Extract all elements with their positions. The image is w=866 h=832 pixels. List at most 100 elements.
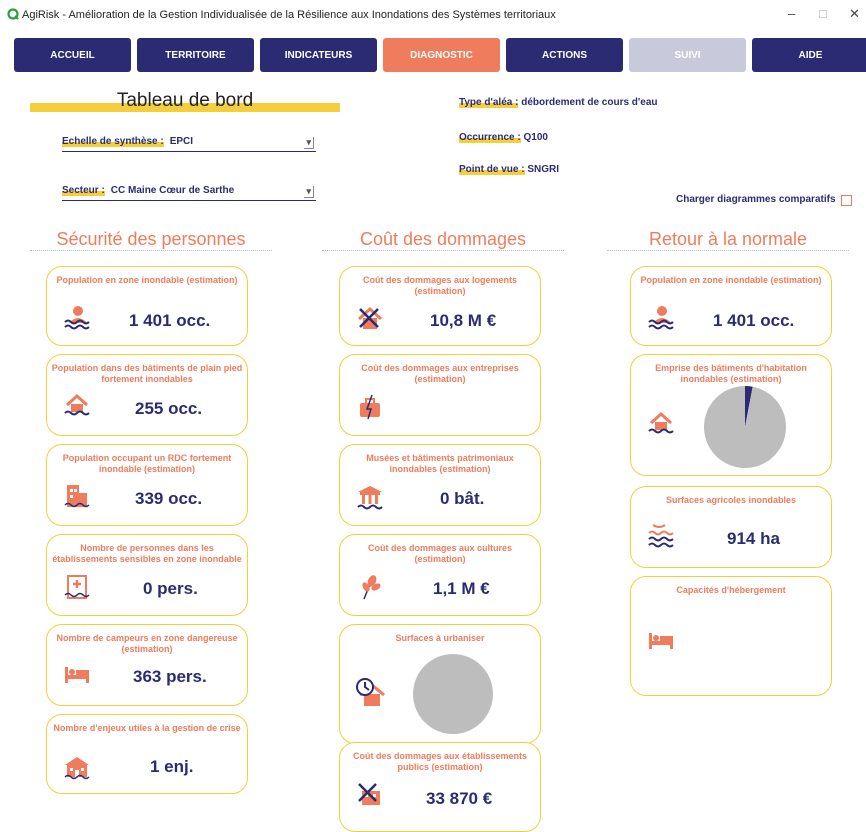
- main-navigation: ACCUEIL TERRITOIRE INDICATEURS DIAGNOSTI…: [14, 38, 866, 72]
- card-title: Musées et bâtiments patrimoniaux inondab…: [366, 453, 514, 474]
- chevron-down-icon[interactable]: ▾: [304, 186, 314, 198]
- card-title: Population dans des bâtiments de plain p…: [51, 363, 243, 384]
- section-cout-title: Coût des dommages: [359, 229, 527, 249]
- chevron-down-icon[interactable]: ▾: [304, 137, 314, 149]
- pdv-value: SNGRI: [527, 164, 560, 175]
- tab-indicateurs[interactable]: INDICATEURS: [260, 38, 377, 72]
- occurrence-label: Occurrence :: [459, 132, 521, 143]
- occurrence-info: Occurrence : Q100: [459, 132, 548, 143]
- house-tools-icon: [357, 306, 383, 329]
- card-title: Population occupant un RDC fortement ino…: [62, 453, 232, 474]
- card-value: 914 ha: [727, 529, 780, 548]
- tab-accueil[interactable]: ACCUEIL: [14, 38, 131, 72]
- card-population-rdc[interactable]: Population occupant un RDC fortement ino…: [46, 444, 248, 526]
- card-title: Coût des dommages aux cultures (estimati…: [367, 543, 513, 564]
- card-campeurs[interactable]: Nombre de campeurs en zone dangereuse (e…: [46, 624, 248, 706]
- pdv-label: Point de vue :: [459, 164, 525, 175]
- section-divider: [607, 250, 849, 251]
- card-cout-logements[interactable]: Coût des dommages aux logements (estimat…: [339, 266, 541, 346]
- minimize-button[interactable]: –: [788, 6, 795, 21]
- school-icon: [64, 757, 90, 780]
- bed-icon: [649, 633, 673, 649]
- person-flood-icon: [648, 306, 674, 330]
- card-title: Nombre de personnes dans les établisseme…: [52, 543, 242, 564]
- card-title: Population en zone inondable (estimation…: [640, 275, 822, 285]
- tab-diagnostic[interactable]: DIAGNOSTIC: [383, 38, 500, 72]
- section-retour-title: Retour à la normale: [648, 229, 808, 249]
- pie-slice-0: [413, 654, 493, 734]
- card-title: Emprise des bâtiments d'habitation inond…: [655, 363, 807, 384]
- card-title: Nombre de campeurs en zone dangereuse (e…: [56, 633, 238, 654]
- card-population-plain-pied[interactable]: Population dans des bâtiments de plain p…: [46, 354, 248, 436]
- crop-icon: [362, 575, 381, 600]
- echelle-select[interactable]: Echelle de synthèse : EPCI ▾: [62, 136, 316, 152]
- alea-info: Type d'aléa : débordement de cours d'eau: [459, 97, 658, 108]
- card-title: Capacités d'hébergement: [676, 585, 786, 595]
- card-value: 1 enj.: [150, 757, 194, 776]
- close-button[interactable]: ✕: [849, 6, 860, 22]
- card-value: 0 bât.: [440, 489, 485, 508]
- section-securite-title: Sécurité des personnes: [56, 229, 246, 249]
- house-flood-icon: [64, 393, 90, 416]
- house-clock-icon: [356, 678, 385, 706]
- hospital-icon: [64, 575, 90, 599]
- point-de-vue-info: Point de vue : SNGRI: [459, 164, 559, 175]
- building-icon: [64, 485, 90, 508]
- card-value: 10,8 M €: [430, 311, 497, 330]
- card-value: 339 occ.: [135, 489, 203, 508]
- card-value: 1,1 M €: [433, 579, 490, 598]
- card-surfaces-agricoles[interactable]: Surfaces agricoles inondables 914 ha: [630, 486, 832, 568]
- card-musees-patrimoine[interactable]: Musées et bâtiments patrimoniaux inondab…: [339, 444, 541, 526]
- app-logo-icon: [7, 8, 19, 20]
- card-value: 363 pers.: [133, 667, 207, 686]
- public-building-tools-icon: [358, 783, 380, 805]
- card-value: 255 occ.: [135, 399, 203, 418]
- card-value: 1 401 occ.: [129, 311, 211, 330]
- card-population-zone-inondable[interactable]: Population en zone inondable (estimation…: [46, 266, 248, 346]
- card-enjeux-crise[interactable]: Nombre d'enjeux utiles à la gestion de c…: [46, 714, 248, 794]
- window-title: AgiRisk - Amélioration de la Gestion Ind…: [22, 9, 556, 21]
- tab-aide[interactable]: AIDE: [752, 38, 866, 72]
- secteur-select[interactable]: Secteur : CC Maine Cœur de Sarthe ▾: [62, 185, 316, 201]
- card-cout-entreprises[interactable]: Coût des dommages aux entreprises (estim…: [339, 354, 541, 436]
- card-cout-cultures[interactable]: Coût des dommages aux cultures (estimati…: [339, 534, 541, 616]
- echelle-label: Echelle de synthèse :: [62, 136, 164, 147]
- pie-slice-1: [704, 386, 786, 468]
- occurrence-value: Q100: [523, 132, 548, 143]
- house-flood-icon: [648, 411, 674, 434]
- tab-territoire[interactable]: TERRITOIRE: [137, 38, 254, 72]
- tab-actions[interactable]: ACTIONS: [506, 38, 623, 72]
- card-value: 33 870 €: [426, 789, 493, 808]
- museum-icon: [357, 486, 383, 510]
- secteur-value: CC Maine Cœur de Sarthe: [110, 185, 235, 196]
- person-flood-icon: [64, 306, 90, 330]
- card-title: Nombre d'enjeux utiles à la gestion de c…: [53, 723, 241, 733]
- bed-icon: [65, 667, 89, 683]
- card-title: Surfaces à urbaniser: [395, 633, 485, 643]
- card-value: 0 pers.: [143, 579, 198, 598]
- card-title: Population en zone inondable (estimation…: [56, 275, 238, 285]
- compare-label: Charger diagrammes comparatifs: [676, 194, 836, 205]
- secteur-label: Secteur :: [62, 185, 105, 196]
- maximize-button[interactable]: □: [819, 6, 827, 21]
- section-divider: [322, 250, 564, 251]
- card-capacites-hebergement[interactable]: Capacités d'hébergement: [630, 576, 832, 696]
- emprise-batiments-pie: [704, 386, 786, 468]
- field-flood-icon: [648, 524, 674, 548]
- page-title: Tableau de bord: [116, 90, 254, 111]
- alea-value: débordement de cours d'eau: [521, 97, 658, 108]
- card-etablissements-sensibles[interactable]: Nombre de personnes dans les établisseme…: [46, 534, 248, 616]
- card-emprise-batiments[interactable]: Emprise des bâtiments d'habitation inond…: [630, 354, 832, 476]
- alea-label: Type d'aléa :: [459, 97, 519, 108]
- card-retour-population[interactable]: Population en zone inondable (estimation…: [630, 266, 832, 346]
- card-cout-etablissements-publics[interactable]: Coût des dommages aux établissements pub…: [339, 742, 541, 832]
- window-titlebar: AgiRisk - Amélioration de la Gestion Ind…: [0, 0, 866, 30]
- compare-checkbox[interactable]: [841, 195, 852, 206]
- card-surfaces-urbaniser[interactable]: Surfaces à urbaniser: [339, 624, 541, 744]
- card-title: Coût des dommages aux entreprises (estim…: [361, 363, 519, 384]
- card-value: 1 401 occ.: [713, 311, 795, 330]
- card-title: Coût des dommages aux établissements pub…: [352, 751, 528, 772]
- card-title: Coût des dommages aux logements (estimat…: [362, 275, 518, 296]
- card-title: Surfaces agricoles inondables: [665, 495, 797, 505]
- tab-suivi: SUIVI: [629, 38, 746, 72]
